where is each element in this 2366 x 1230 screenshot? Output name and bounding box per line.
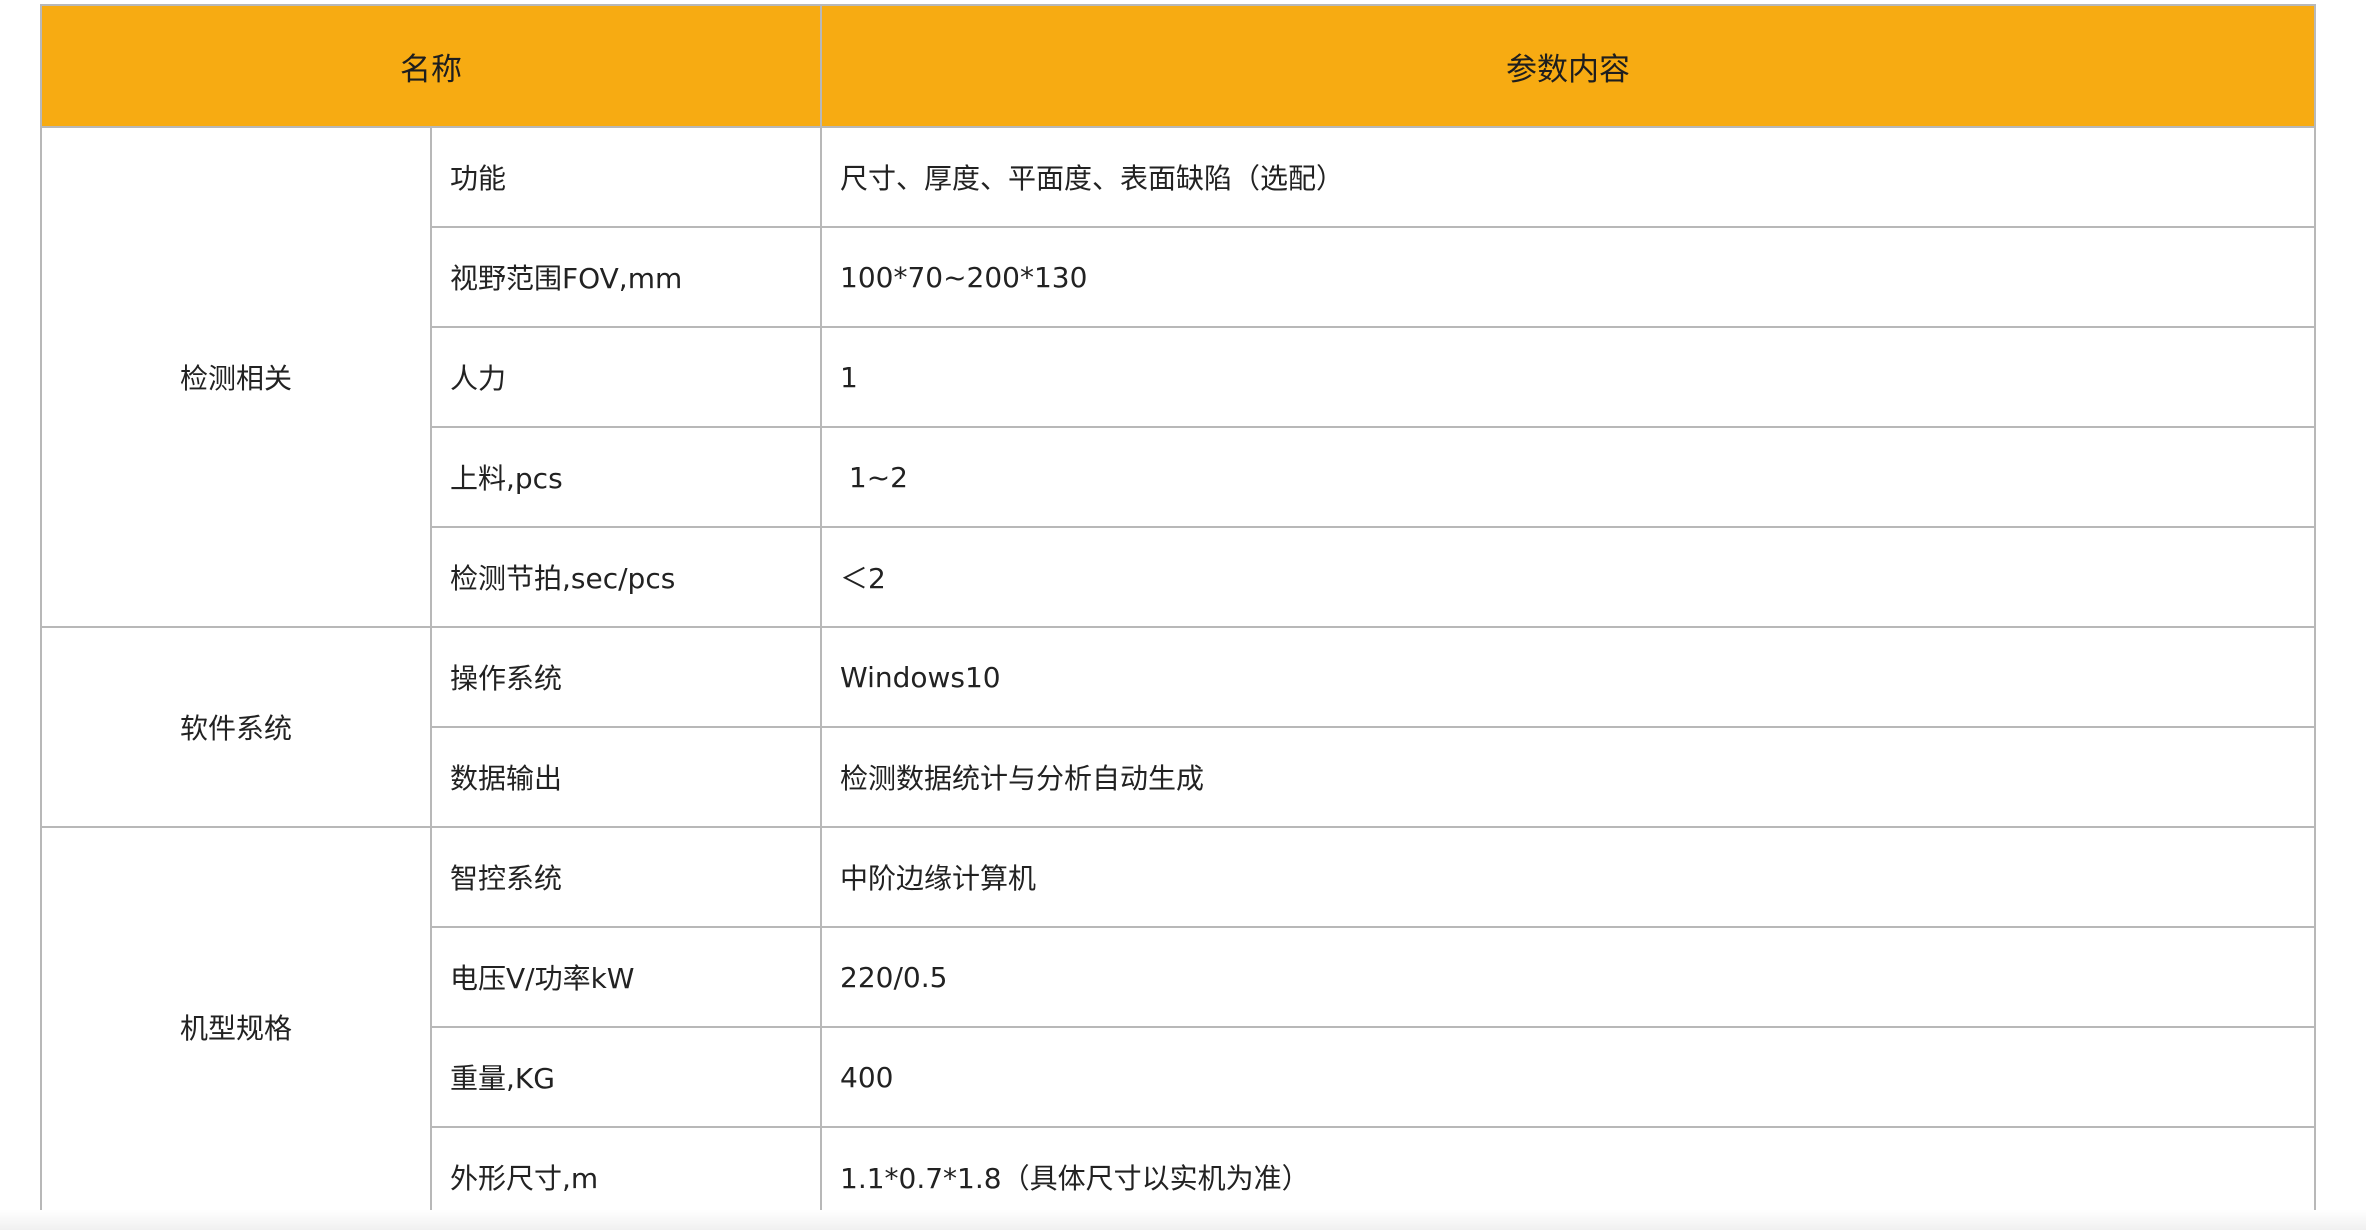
table-row: 检测相关 功能 尺寸、厚度、平面度、表面缺陷（选配） — [40, 126, 2316, 628]
table-row: 机型规格 智控系统 中阶边缘计算机 — [40, 826, 2316, 1228]
param-value: 100*70~200*130 — [820, 226, 2316, 328]
param-name: 数据输出 — [430, 726, 822, 828]
param-name: 视野范围FOV,mm — [430, 226, 822, 328]
header-content: 参数内容 — [820, 4, 2316, 128]
param-name: 检测节拍,sec/pcs — [430, 526, 822, 628]
param-name: 操作系统 — [430, 626, 822, 728]
param-name: 人力 — [430, 326, 822, 428]
param-value: Windows10 — [820, 626, 2316, 728]
table-row: 软件系统 操作系统 Windows10 — [40, 626, 2316, 828]
param-value: 尺寸、厚度、平面度、表面缺陷（选配） — [820, 126, 2316, 228]
header-name: 名称 — [40, 4, 822, 128]
param-value: 中阶边缘计算机 — [820, 826, 2316, 928]
spec-table: 名称 参数内容 检测相关 功能 尺寸、厚度、平面度、表面缺陷（选配） 视野范围F… — [40, 4, 2316, 1228]
param-name: 智控系统 — [430, 826, 822, 928]
param-name: 重量,KG — [430, 1026, 822, 1128]
param-name: 上料,pcs — [430, 426, 822, 528]
page-bottom-edge — [0, 1210, 2366, 1230]
param-value: 1~2 — [820, 426, 2316, 528]
group-label-software: 软件系统 — [40, 626, 432, 828]
param-name: 功能 — [430, 126, 822, 228]
param-value: 400 — [820, 1026, 2316, 1128]
group-label-detection: 检测相关 — [40, 126, 432, 628]
param-value: 1 — [820, 326, 2316, 428]
group-label-model-spec: 机型规格 — [40, 826, 432, 1228]
param-value: 检测数据统计与分析自动生成 — [820, 726, 2316, 828]
param-name: 电压V/功率kW — [430, 926, 822, 1028]
param-value: 220/0.5 — [820, 926, 2316, 1028]
table-header-row: 名称 参数内容 — [40, 4, 2316, 128]
param-value: ＜2 — [820, 526, 2316, 628]
